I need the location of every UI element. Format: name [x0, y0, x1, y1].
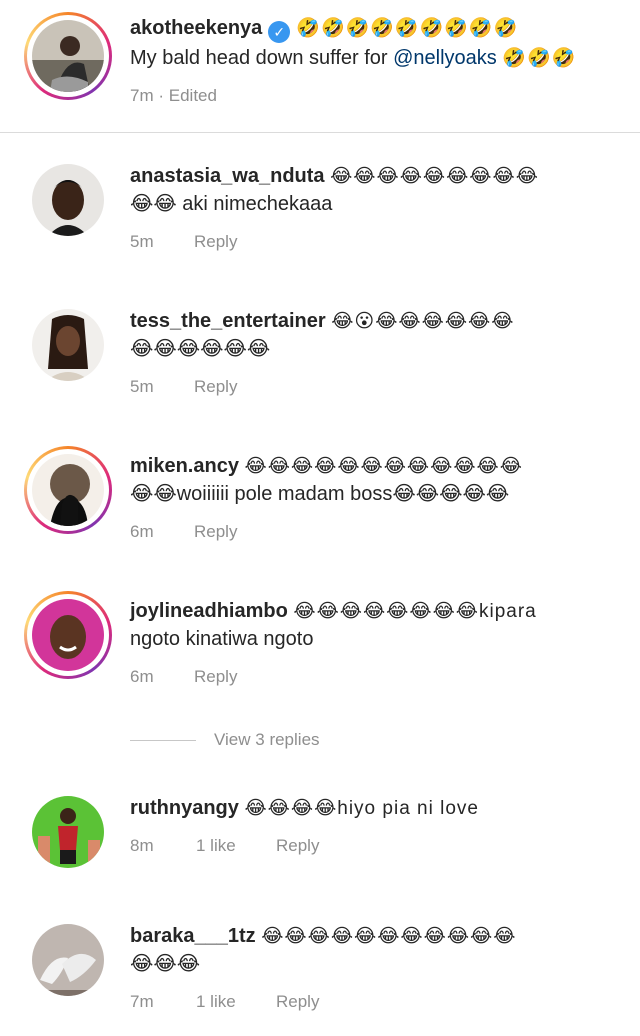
comment-time: 6m	[130, 667, 154, 686]
comment-text-line2: 😂😂woiiiiii pole madam boss😂😂😂😂😂	[130, 483, 510, 505]
comment-time: 6m	[130, 522, 154, 541]
comment-meta: 5m Reply	[130, 232, 237, 252]
likes-count[interactable]: 1 like	[196, 992, 276, 1012]
avatar-photo	[32, 454, 104, 526]
comment-username[interactable]: tess_the_entertainer	[130, 310, 326, 332]
comment-meta: 6m Reply	[130, 667, 237, 687]
comment-text: 😂😂😂😂😂😂😂😂😂😂😂	[261, 926, 517, 947]
comment-username[interactable]: joylineadhiambo	[130, 600, 288, 622]
caption: akotheekenya ✓ 🤣🤣🤣🤣🤣🤣🤣🤣🤣 My bald head down…	[0, 0, 640, 133]
comment-text: 😂😂😂😂😂😂😂😂😂	[330, 166, 539, 187]
caption-meta: 7m · Edited	[130, 86, 217, 106]
comment-text-line2: ngoto kinatiwa ngoto	[130, 628, 314, 650]
comment-text: 😂😂😂😂😂😂😂😂kipara	[293, 601, 537, 622]
comment-meta: 8m 1 like Reply	[130, 836, 319, 856]
comment-text: 😂😂😂😂😂😂😂😂😂😂😂😂	[244, 456, 523, 477]
caption-time: 7m	[130, 86, 154, 105]
reply-button[interactable]: Reply	[276, 992, 319, 1012]
caption-avatar[interactable]	[24, 12, 112, 100]
comment-text-line2: 😂😂 aki nimechekaaa	[130, 193, 333, 215]
comment-time: 7m	[130, 992, 154, 1011]
caption-edited: · Edited	[158, 86, 217, 105]
view-replies-button[interactable]: View 3 replies	[130, 730, 320, 750]
comment-time: 5m	[130, 377, 154, 396]
comment-time: 5m	[130, 232, 154, 251]
avatar[interactable]	[32, 309, 104, 381]
reply-button[interactable]: Reply	[194, 522, 237, 542]
comment-text-line2: 😂😂😂😂😂😂	[130, 338, 271, 360]
avatar[interactable]	[32, 164, 104, 236]
avatar[interactable]	[32, 924, 104, 996]
avatar[interactable]	[32, 796, 104, 868]
comment-meta: 6m Reply	[130, 522, 237, 542]
reply-button[interactable]: Reply	[194, 667, 237, 687]
caption-emoji: 🤣🤣🤣🤣🤣🤣🤣🤣🤣	[296, 18, 519, 39]
caption-username[interactable]: akotheekenya	[130, 17, 262, 39]
comment-text: 😂😮😂😂😂😂😂😂	[331, 311, 515, 332]
reply-button[interactable]: Reply	[194, 377, 237, 397]
view-replies-label: View 3 replies	[214, 730, 320, 749]
comment-username[interactable]: anastasia_wa_nduta	[130, 165, 325, 187]
likes-count[interactable]: 1 like	[196, 836, 276, 856]
comment-meta: 7m 1 like Reply	[130, 992, 319, 1012]
comment-text: 😂😂😂😂hiyo pia ni love	[244, 798, 479, 819]
comment-username[interactable]: ruthnyangy	[130, 797, 239, 819]
comment-time: 8m	[130, 836, 154, 855]
verified-badge-icon: ✓	[268, 21, 291, 43]
reply-button[interactable]: Reply	[194, 232, 237, 252]
avatar-photo	[32, 599, 104, 671]
comment-username[interactable]: baraka___1tz	[130, 925, 256, 947]
avatar[interactable]	[24, 591, 112, 679]
avatar[interactable]	[24, 446, 112, 534]
caption-text: My bald head down suffer for	[130, 47, 394, 69]
replies-divider	[130, 740, 196, 742]
comment-username[interactable]: miken.ancy	[130, 455, 239, 477]
mention-link[interactable]: @nellyoaks	[393, 47, 497, 69]
comment-text-line2: 😂😂😂	[130, 953, 201, 975]
caption-trail-emoji: 🤣🤣🤣	[502, 48, 577, 69]
comment-meta: 5m Reply	[130, 377, 237, 397]
avatar-photo	[32, 20, 104, 92]
reply-button[interactable]: Reply	[276, 836, 319, 856]
